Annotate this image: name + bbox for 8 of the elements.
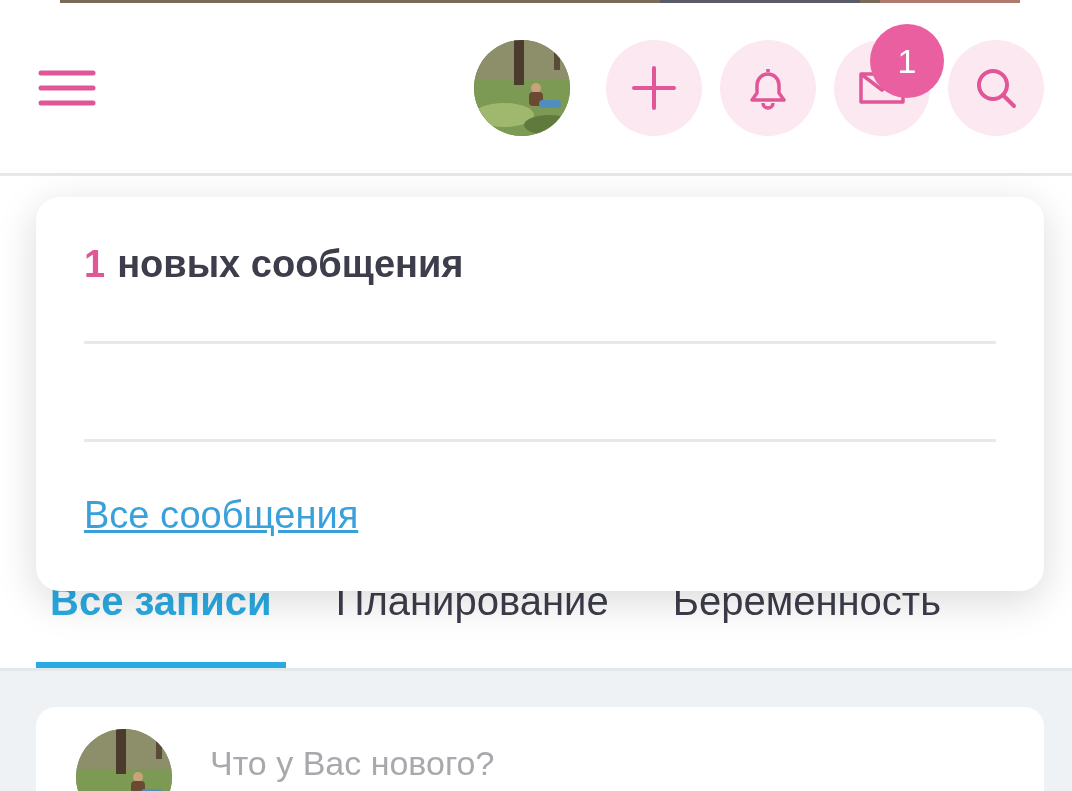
plus-icon <box>629 63 679 113</box>
message-count: 1 <box>84 243 106 287</box>
post-input-field[interactable]: Что у Вас нового? <box>208 743 812 784</box>
dropdown-title: новых сообщения <box>117 243 464 287</box>
tab[interactable]: Планирование <box>321 579 623 668</box>
tab[interactable]: Беременность <box>658 579 955 668</box>
menu-button[interactable] <box>38 70 96 106</box>
unread-badge: 1 <box>870 24 944 98</box>
